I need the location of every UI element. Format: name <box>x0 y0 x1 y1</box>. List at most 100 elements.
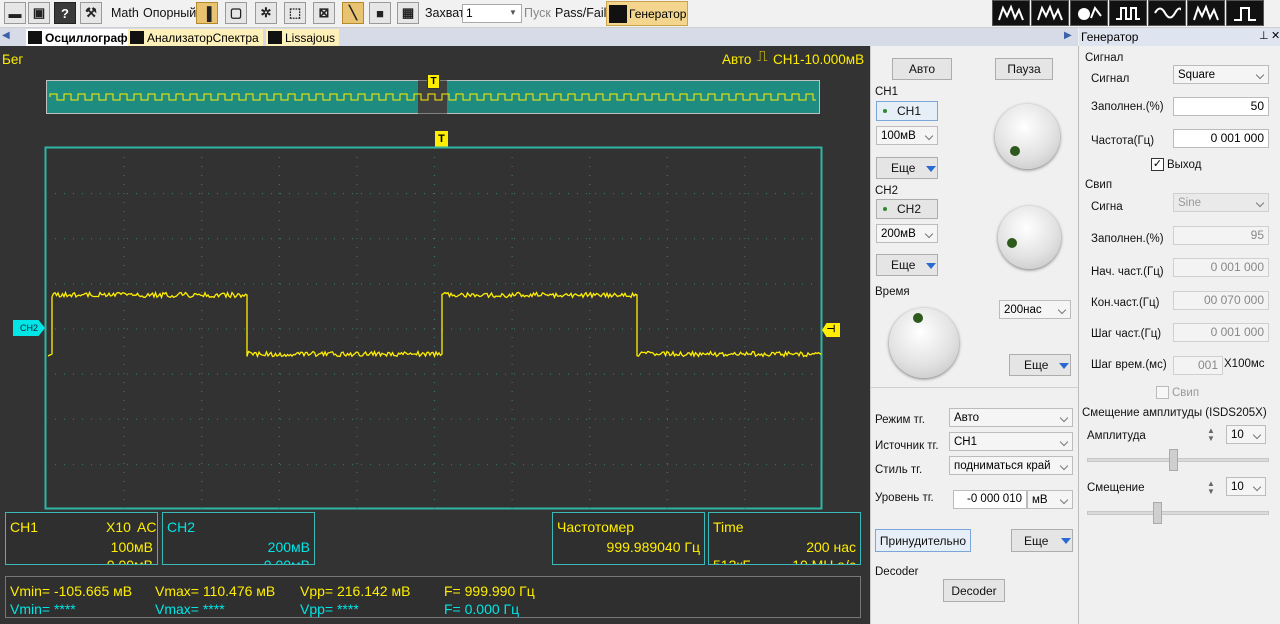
trig-source-select[interactable]: CH1 <box>949 432 1073 451</box>
tab-bar: ◀ Осциллограф АнализаторСпектра Lissajou… <box>0 28 1078 46</box>
offset-slider-track[interactable] <box>1087 511 1269 515</box>
offset-slider-thumb[interactable] <box>1153 502 1162 524</box>
cursor-icon[interactable]: ▐ <box>196 2 218 24</box>
close-icon[interactable]: ✕ <box>1271 29 1280 42</box>
tab-label: Осциллограф <box>45 31 128 45</box>
help-icon[interactable]: ? <box>54 2 76 24</box>
sweep-end-input[interactable]: 00 070 000 <box>1173 291 1269 310</box>
ch2-scale-knob[interactable] <box>998 206 1061 269</box>
ch2-scale-select[interactable]: 200мВ <box>876 224 938 243</box>
run-status: Бег <box>2 52 23 67</box>
ch2-toggle-button[interactable]: CH2 <box>876 199 938 219</box>
duty-input[interactable]: 50 <box>1173 97 1269 116</box>
sweep-start-label: Нач. част.(Гц) <box>1091 266 1164 278</box>
passfail-button[interactable]: Pass/Fail <box>555 6 606 20</box>
trig-style-select[interactable]: подниматься край <box>949 456 1073 475</box>
offset-spin-icon[interactable]: ▲ ▼ <box>1207 480 1215 496</box>
hammer-icon[interactable]: ⚒ <box>80 2 102 24</box>
time-box[interactable]: Time 200 нас 512кБ 10 МН а/с <box>708 512 861 565</box>
sample-rate: 10 МН а/с <box>792 557 856 565</box>
sweep-duty-input[interactable]: 95 <box>1173 226 1269 245</box>
sweep-step-input[interactable]: 0 001 000 <box>1173 323 1269 342</box>
generator-button[interactable]: Генератор <box>606 1 688 26</box>
ch1-scale-knob[interactable] <box>995 104 1060 169</box>
pause-button[interactable]: Пауза <box>995 58 1053 80</box>
sweep-time-unit: X100мс <box>1224 358 1265 370</box>
trigger-level-marker[interactable]: ⊣ <box>822 323 840 337</box>
trig-unit-select[interactable]: мВ <box>1027 490 1073 509</box>
flash-icon[interactable]: ✲ <box>255 2 277 24</box>
tab-lissajous[interactable]: Lissajous <box>266 29 339 46</box>
ch2-offset: 0.00мВ <box>264 557 310 565</box>
decoder-button[interactable]: Decoder <box>943 579 1005 602</box>
save-icon[interactable]: ▣ <box>28 2 50 24</box>
ch2-info-box[interactable]: CH2 200мВ 0.00мВ <box>162 512 315 565</box>
divider <box>871 387 1079 388</box>
window-icon[interactable]: ▢ <box>225 2 247 24</box>
offset-label: Смещение <box>1087 482 1145 494</box>
knob-indicator <box>1010 146 1020 156</box>
ch2-marker[interactable]: CH2 <box>13 320 45 336</box>
signal-select[interactable]: Square <box>1173 65 1269 84</box>
tab-spectrum[interactable]: АнализаторСпектра <box>128 29 263 46</box>
ch2-vmin: Vmin= **** <box>10 601 76 617</box>
stop-icon[interactable]: ■ <box>369 2 391 24</box>
amplitude-spin-icon[interactable]: ▲ ▼ <box>1207 427 1215 443</box>
chevron-down-icon[interactable]: ▼ <box>509 8 517 17</box>
run-button[interactable]: Пуск <box>524 6 551 20</box>
sweep-duty-label: Заполнен.(%) <box>1091 233 1164 245</box>
amplitude-slider-thumb[interactable] <box>1169 449 1178 471</box>
trig-mode-select[interactable]: Авто <box>949 408 1073 427</box>
more-label: Еще <box>891 258 915 272</box>
force-trigger-button[interactable]: Принудительно <box>875 529 971 552</box>
ch1-info-box[interactable]: CH1 X10 AC 100мВ 0.00мВ <box>5 512 158 565</box>
sweep-start-input[interactable]: 0 001 000 <box>1173 258 1269 277</box>
pin-icon[interactable]: ⊥ <box>1259 29 1269 42</box>
overview-trigger-marker[interactable]: T <box>427 74 440 89</box>
sweep-checkbox[interactable] <box>1156 386 1169 399</box>
trigger-mode: Авто <box>722 52 751 67</box>
color-icon[interactable]: ▦ <box>397 2 419 24</box>
sweep-end-label: Кон.част.(Гц) <box>1091 297 1159 309</box>
wave-mode-1-icon[interactable] <box>992 0 1030 26</box>
toolbar: ▬ ▣ ? ⚒ Math Опорный ▐ ▢ ✲ ⬚ ⊠ ╲ ■ ▦ Зах… <box>0 0 1280 28</box>
minimize-icon[interactable]: ▬ <box>4 2 26 24</box>
dropdown-arrow-icon <box>926 263 936 269</box>
tab-label: Lissajous <box>285 31 335 45</box>
sine-mode-icon[interactable] <box>1148 0 1186 26</box>
freq-input[interactable]: 0 001 000 <box>1173 129 1269 148</box>
line-icon[interactable]: ╲ <box>342 2 364 24</box>
signal-label: Сигнал <box>1091 73 1129 85</box>
sweep-signal-label: Сигнал <box>1091 201 1123 213</box>
recorder-icon[interactable] <box>1070 0 1108 26</box>
trig-level-input[interactable]: -0 000 010 <box>953 490 1027 509</box>
timebase-select[interactable]: 200нас <box>999 300 1071 319</box>
dropdown-arrow-icon <box>1059 363 1069 369</box>
output-checkbox[interactable]: ✓ <box>1151 158 1164 171</box>
timebase-knob[interactable] <box>889 308 959 378</box>
sweep-time-input[interactable]: 001 <box>1173 356 1223 375</box>
tab-oscilloscope[interactable]: Осциллограф <box>26 29 132 46</box>
ch2-status-dot <box>883 207 887 211</box>
dropdown-arrow-icon <box>926 166 936 172</box>
math-button[interactable]: Math <box>111 6 139 20</box>
waveform-grid[interactable] <box>44 146 824 510</box>
zoom-icon[interactable]: ⊠ <box>313 2 335 24</box>
chevron-right-icon[interactable]: ▶ <box>1064 30 1072 41</box>
offset-select[interactable]: 10 <box>1226 477 1266 496</box>
amplitude-slider-track[interactable] <box>1087 458 1269 462</box>
logic-icon[interactable] <box>1109 0 1147 26</box>
measure-icon[interactable]: ⬚ <box>284 2 306 24</box>
step-icon[interactable] <box>1226 0 1264 26</box>
wave-mode-3-icon[interactable] <box>1187 0 1225 26</box>
sweep-signal-select[interactable]: Sine <box>1173 193 1269 212</box>
chevron-left-icon[interactable]: ◀ <box>2 30 10 41</box>
ch1-toggle-button[interactable]: CH1 <box>876 101 938 121</box>
ref-button[interactable]: Опорный <box>143 6 196 20</box>
auto-button[interactable]: Авто <box>892 58 952 80</box>
counter-value: 999.989040 Гц <box>607 539 700 555</box>
wave-mode-2-icon[interactable] <box>1031 0 1069 26</box>
ch1-scale-select[interactable]: 100мВ <box>876 126 938 145</box>
counter-box[interactable]: Частотомер 999.989040 Гц <box>552 512 705 565</box>
amplitude-select[interactable]: 10 <box>1226 425 1266 444</box>
